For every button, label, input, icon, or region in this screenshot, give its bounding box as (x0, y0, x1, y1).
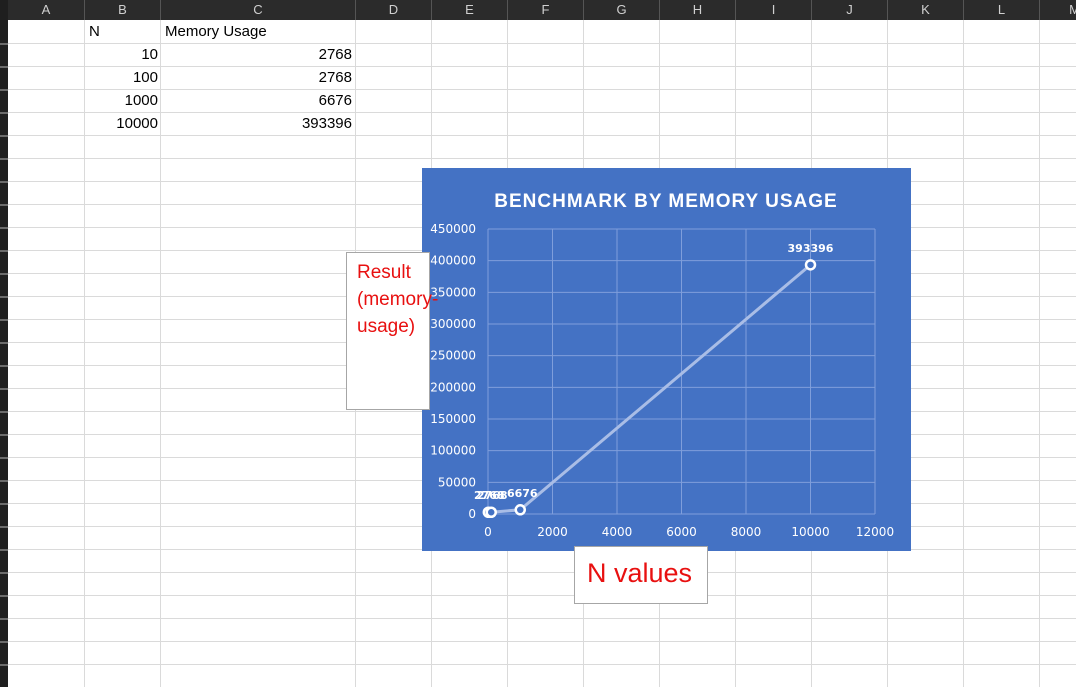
column-header-j[interactable]: J (812, 0, 888, 20)
y-tick-label: 400000 (430, 254, 476, 268)
gridline-horizontal (8, 158, 1076, 159)
x-tick-label: 2000 (537, 525, 568, 539)
row-header-tick (0, 388, 8, 390)
column-header-m[interactable]: M (1040, 0, 1076, 20)
row-header-tick (0, 434, 8, 436)
column-header-a[interactable]: A (8, 0, 85, 20)
row-header-tick (0, 526, 8, 528)
row-header-tick (0, 503, 8, 505)
row-header-tick (0, 181, 8, 183)
x-tick-label: 0 (484, 525, 492, 539)
x-tick-label: 12000 (856, 525, 894, 539)
data-point (514, 504, 526, 516)
row-header-tick (0, 641, 8, 643)
x-tick-label: 8000 (731, 525, 762, 539)
row-header-tick (0, 250, 8, 252)
gridline-horizontal (8, 135, 1076, 136)
cell-b2[interactable]: 10 (88, 44, 158, 66)
gridline-horizontal (8, 641, 1076, 642)
column-header-b[interactable]: B (85, 0, 161, 20)
x-tick-label: 10000 (791, 525, 829, 539)
row-header-tick (0, 227, 8, 229)
row-header-tick (0, 457, 8, 459)
gridline-horizontal (8, 664, 1076, 665)
series-line (488, 263, 812, 514)
data-label: 393396 (788, 242, 834, 255)
column-header-c[interactable]: C (161, 0, 356, 20)
y-tick-label: 0 (468, 507, 476, 521)
gridline-horizontal (8, 572, 1076, 573)
gridline-vertical (84, 20, 85, 687)
x-tick-label: 6000 (666, 525, 697, 539)
column-header-g[interactable]: G (584, 0, 660, 20)
gridline-vertical (1039, 20, 1040, 687)
data-point (804, 259, 817, 271)
y-tick-label: 450000 (430, 222, 476, 236)
gridline-horizontal (8, 618, 1076, 619)
row-header-tick (0, 664, 8, 666)
row-header-tick (0, 411, 8, 413)
chart-svg: BENCHMARK BY MEMORY USAGE050000100000150… (430, 191, 894, 539)
row-header-tick (0, 572, 8, 574)
row-header-tick (0, 549, 8, 551)
row-header-tick (0, 319, 8, 321)
column-header-k[interactable]: K (888, 0, 964, 20)
row-header-tick (0, 112, 8, 114)
row-header-tick (0, 296, 8, 298)
chart-title: BENCHMARK BY MEMORY USAGE (494, 191, 837, 212)
y-tick-label: 100000 (430, 444, 476, 458)
row-header-tick (0, 89, 8, 91)
row-header-tick (0, 158, 8, 160)
column-header-i[interactable]: I (736, 0, 812, 20)
data-label: 2768 (477, 489, 508, 502)
cell-c5[interactable]: 393396 (164, 113, 352, 135)
y-tick-label: 300000 (430, 317, 476, 331)
row-header-tick (0, 365, 8, 367)
column-header-e[interactable]: E (432, 0, 508, 20)
cell-c4[interactable]: 6676 (164, 90, 352, 112)
row-header-tick (0, 43, 8, 45)
y-tick-label: 50000 (438, 475, 476, 489)
data-point (485, 506, 497, 518)
data-label: 6676 (507, 487, 538, 500)
x-tick-label: 4000 (602, 525, 633, 539)
row-header-tick (0, 135, 8, 137)
row-header-tick (0, 342, 8, 344)
row-header-tick (0, 204, 8, 206)
column-header-h[interactable]: H (660, 0, 736, 20)
cell-b5[interactable]: 10000 (88, 113, 158, 135)
y-tick-label: 250000 (430, 349, 476, 363)
cell-c1[interactable]: Memory Usage (165, 21, 267, 43)
y-tick-label: 200000 (430, 380, 476, 394)
spreadsheet-grid[interactable]: ABCDEFGHIJKLM N Memory Usage 10 2768 100… (0, 0, 1076, 687)
gridline-vertical (963, 20, 964, 687)
row-header-tick (0, 273, 8, 275)
cell-b4[interactable]: 1000 (88, 90, 158, 112)
cell-b3[interactable]: 100 (88, 67, 158, 89)
row-header-tick (0, 480, 8, 482)
row-header-tick (0, 595, 8, 597)
cell-c3[interactable]: 2768 (164, 67, 352, 89)
y-tick-label: 150000 (430, 412, 476, 426)
gridline-vertical (160, 20, 161, 687)
cell-b1[interactable]: N (89, 21, 100, 43)
column-header-l[interactable]: L (964, 0, 1040, 20)
cell-c2[interactable]: 2768 (164, 44, 352, 66)
row-header-tick (0, 618, 8, 620)
column-header-d[interactable]: D (356, 0, 432, 20)
chart-area[interactable]: BENCHMARK BY MEMORY USAGE 0 50000 100000 150… (422, 168, 911, 551)
gridline-horizontal (8, 595, 1076, 596)
y-axis-label-textbox[interactable]: Result (memory-usage) (346, 252, 438, 410)
x-axis-label-textbox[interactable]: N values (574, 546, 708, 604)
column-header-f[interactable]: F (508, 0, 584, 20)
row-header-tick (0, 66, 8, 68)
